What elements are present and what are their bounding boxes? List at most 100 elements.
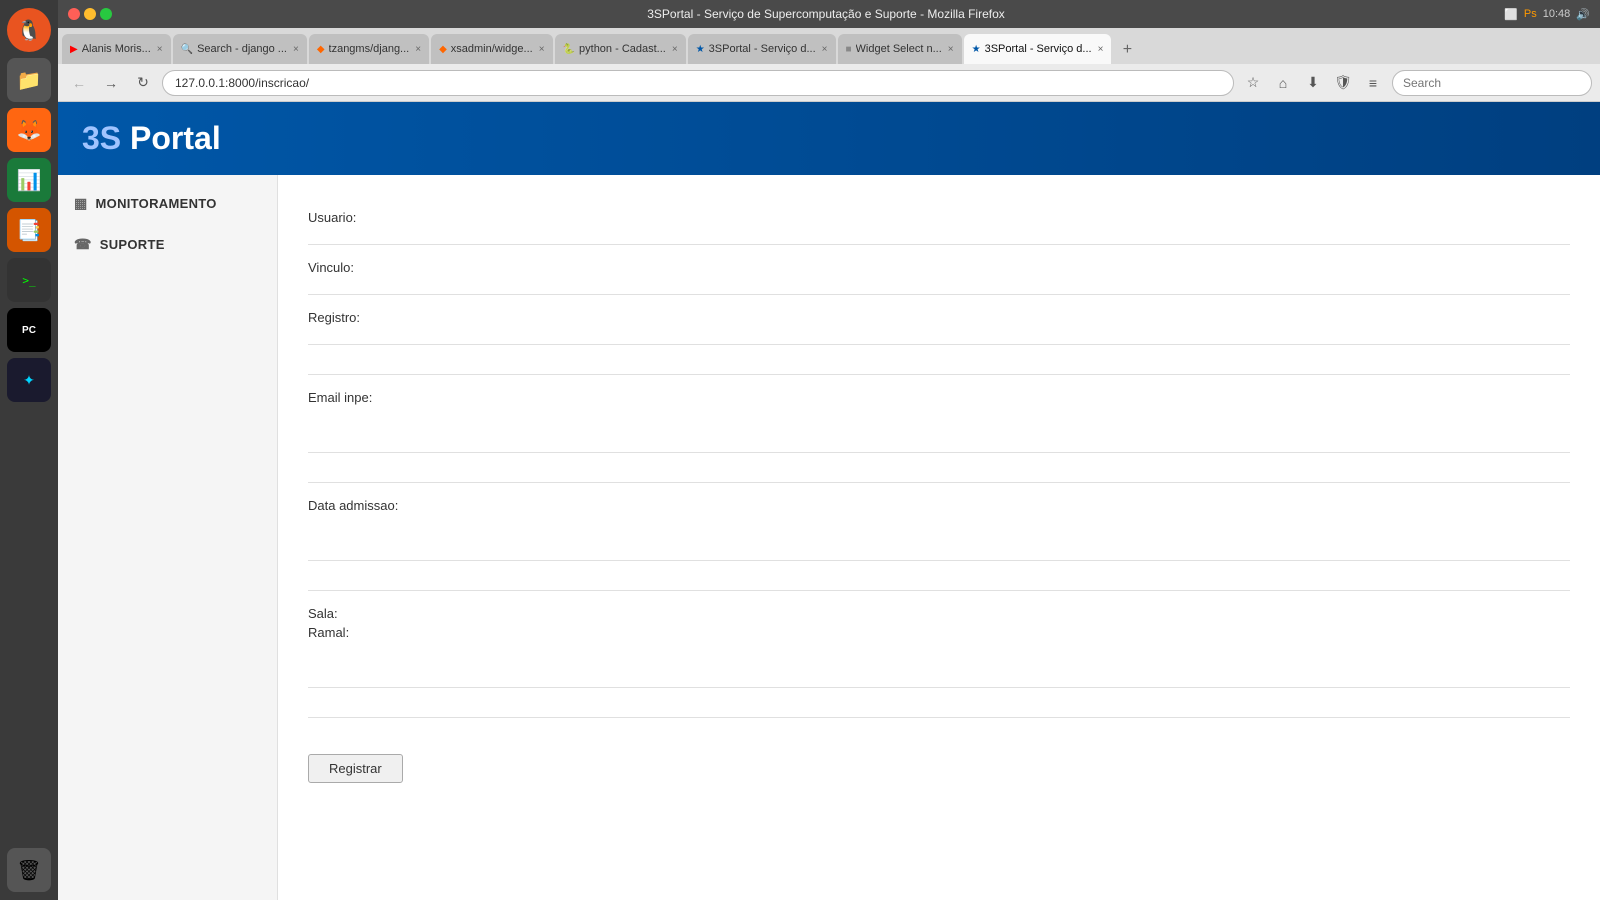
taskbar-firefox-icon[interactable]: 🦊: [7, 108, 51, 152]
spacer-1: [308, 345, 1570, 375]
search-input[interactable]: [1392, 70, 1592, 96]
sidebar-item-suporte[interactable]: ☎ SUPORTE: [58, 224, 277, 265]
taskbar-kali-icon[interactable]: ✦: [7, 358, 51, 402]
download-button[interactable]: ⬇: [1300, 70, 1326, 96]
field-group-sala-ramal: Sala: Ramal:: [308, 591, 1570, 688]
tab-xsadmin-label: xsadmin/widge...: [451, 43, 533, 55]
page-content: 3S Portal ▦ MONITORAMENTO ☎ SUPORTE: [58, 102, 1600, 900]
tab-3sportal1-close[interactable]: ×: [822, 44, 828, 55]
tab-tzangms-icon: ◆: [317, 44, 325, 55]
tab-search-close[interactable]: ×: [293, 44, 299, 55]
tab-3sportal1-icon: ★: [696, 44, 705, 55]
tab-xsadmin-close[interactable]: ×: [539, 44, 545, 55]
field-group-registro: Registro:: [308, 295, 1570, 345]
taskbar-spreadsheet-icon[interactable]: 📊: [7, 158, 51, 202]
tab-widget-label: Widget Select n...: [856, 43, 942, 55]
tab-search-icon: 🔍: [181, 44, 193, 55]
tab-alanis-close[interactable]: ×: [157, 44, 163, 55]
tab-python-close[interactable]: ×: [672, 44, 678, 55]
portal-title-portal: Portal: [130, 120, 221, 156]
reload-button[interactable]: ↻: [130, 70, 156, 96]
spacer-3: [308, 561, 1570, 591]
sidebar-item-monitoramento[interactable]: ▦ MONITORAMENTO: [58, 183, 277, 224]
email-input[interactable]: [308, 409, 1570, 437]
spacer-4: [308, 688, 1570, 718]
menu-button[interactable]: ≡: [1360, 70, 1386, 96]
tab-python-label: python - Cadast...: [579, 43, 666, 55]
tab-3sportal2-label: 3SPortal - Serviço d...: [985, 43, 1092, 55]
registro-label: Registro:: [308, 310, 1570, 325]
taskbar-trash-icon[interactable]: 🗑: [7, 848, 51, 892]
tab-search-label: Search - django ...: [197, 43, 287, 55]
portal-title-3s: 3S: [82, 120, 121, 156]
shield-button[interactable]: 🛡: [1330, 70, 1356, 96]
tab-python[interactable]: 🐍 python - Cadast... ×: [555, 34, 686, 64]
bookmark-button[interactable]: ☆: [1240, 70, 1266, 96]
tab-bar: ▶ Alanis Moris... × 🔍 Search - django ..…: [58, 28, 1600, 64]
forward-button[interactable]: →: [98, 70, 124, 96]
data-admissao-label: Data admissao:: [308, 498, 1570, 513]
tab-xsadmin[interactable]: ◆ xsadmin/widge... ×: [431, 34, 552, 64]
window-maximize-button[interactable]: [100, 8, 112, 20]
data-admissao-input[interactable]: [308, 517, 1570, 545]
portal-title: 3S Portal: [82, 120, 1576, 157]
new-tab-button[interactable]: +: [1113, 36, 1141, 64]
sidebar-suporte-label: SUPORTE: [100, 237, 165, 252]
tab-3sportal1-label: 3SPortal - Serviço d...: [709, 43, 816, 55]
window-minimize-button[interactable]: [84, 8, 96, 20]
tab-search-django[interactable]: 🔍 Search - django ... ×: [173, 34, 307, 64]
tab-tzangms-close[interactable]: ×: [415, 44, 421, 55]
sidebar-monitoramento-label: MONITORAMENTO: [96, 196, 217, 211]
nav-bar: ← → ↻ 127.0.0.1:8000/inscricao/ ☆ ⌂ ⬇ 🛡 …: [58, 64, 1600, 102]
title-bar-icon-adobe: Ps: [1524, 8, 1537, 21]
tab-alanis-icon: ▶: [70, 44, 78, 55]
registrar-button[interactable]: Registrar: [308, 754, 403, 783]
spacer-2: [308, 453, 1570, 483]
taskbar-left: 🐧 📁 🦊 📊 📑 >_ PC ✦ 🗑: [0, 0, 58, 900]
title-bar: 3SPortal - Serviço de Supercomputação e …: [58, 0, 1600, 28]
browser-window: 3SPortal - Serviço de Supercomputação e …: [58, 0, 1600, 900]
tab-widget-icon: ■: [846, 44, 852, 55]
main-layout: ▦ MONITORAMENTO ☎ SUPORTE Usuario: Vincu…: [58, 175, 1600, 900]
back-button[interactable]: ←: [66, 70, 92, 96]
title-bar-icon-screen: ⬜: [1504, 8, 1518, 21]
nav-icons: ☆ ⌂ ⬇ 🛡 ≡: [1240, 70, 1386, 96]
tab-alanis-label: Alanis Moris...: [82, 43, 151, 55]
tab-tzangms-label: tzangms/djang...: [329, 43, 410, 55]
window-close-button[interactable]: [68, 8, 80, 20]
tab-tzangms[interactable]: ◆ tzangms/djang... ×: [309, 34, 429, 64]
vinculo-label: Vinculo:: [308, 260, 1570, 275]
portal-header: 3S Portal: [58, 102, 1600, 175]
tab-3sportal2-icon: ★: [972, 44, 981, 55]
field-group-data-admissao: Data admissao:: [308, 483, 1570, 561]
field-group-email: Email inpe:: [308, 375, 1570, 453]
suporte-icon: ☎: [74, 236, 92, 253]
taskbar-presentation-icon[interactable]: 📑: [7, 208, 51, 252]
title-bar-icon-vol: 🔊: [1576, 8, 1590, 21]
content-area: Usuario: Vinculo: Registro: Email inpe:: [278, 175, 1600, 900]
tab-widget[interactable]: ■ Widget Select n... ×: [838, 34, 962, 64]
title-bar-time: 10:48: [1543, 8, 1571, 21]
tab-alanis[interactable]: ▶ Alanis Moris... ×: [62, 34, 171, 64]
window-title: 3SPortal - Serviço de Supercomputação e …: [120, 7, 1532, 21]
ramal-input[interactable]: [308, 644, 1570, 672]
taskbar-files-icon[interactable]: 📁: [7, 58, 51, 102]
tab-widget-close[interactable]: ×: [948, 44, 954, 55]
tab-3sportal-1[interactable]: ★ 3SPortal - Serviço d... ×: [688, 34, 836, 64]
home-button[interactable]: ⌂: [1270, 70, 1296, 96]
tab-python-icon: 🐍: [563, 44, 575, 55]
address-bar[interactable]: 127.0.0.1:8000/inscricao/: [162, 70, 1234, 96]
taskbar-terminal-icon[interactable]: >_: [7, 258, 51, 302]
tab-3sportal2-close[interactable]: ×: [1098, 44, 1104, 55]
sala-label: Sala:: [308, 606, 1570, 621]
field-group-vinculo: Vinculo:: [308, 245, 1570, 295]
ramal-label: Ramal:: [308, 625, 1570, 640]
email-label: Email inpe:: [308, 390, 1570, 405]
monitoramento-icon: ▦: [74, 195, 88, 212]
taskbar-pycharm-icon[interactable]: PC: [7, 308, 51, 352]
tab-3sportal-active[interactable]: ★ 3SPortal - Serviço d... ×: [964, 34, 1112, 64]
field-group-usuario: Usuario:: [308, 195, 1570, 245]
tab-xsadmin-icon: ◆: [439, 44, 447, 55]
taskbar-ubuntu-icon[interactable]: 🐧: [7, 8, 51, 52]
sidebar: ▦ MONITORAMENTO ☎ SUPORTE: [58, 175, 278, 900]
